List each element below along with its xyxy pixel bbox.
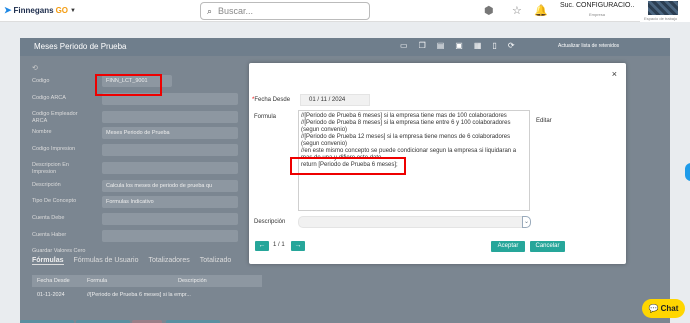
table-row[interactable]: 01-11-2024 //[Periodo de Prueba 6 meses]… xyxy=(32,289,262,301)
refresh-icon[interactable]: ⟳ xyxy=(508,41,515,50)
pagination-indicator: 1 / 1 xyxy=(273,242,285,248)
copy-icon[interactable]: ❐ xyxy=(419,41,426,50)
aceptar-button[interactable]: Aceptar xyxy=(491,241,525,252)
chevron-down-icon[interactable]: ⌄ xyxy=(522,216,531,228)
page-header: Meses Periodo de Prueba ▭ ❐ ▤ ▣ ▦ ▯ ⟳ Ac… xyxy=(20,38,670,56)
workspace-selector[interactable]: Espacio de trabajo xyxy=(640,0,690,22)
app-logo[interactable]: ➤ Finnegans GO ▼ xyxy=(4,5,76,16)
tab-formulas[interactable]: Fórmulas xyxy=(32,257,64,265)
descripcion-impresion-field[interactable] xyxy=(102,162,238,174)
chat-icon: 💬 xyxy=(648,304,659,313)
cuenta-debe-field[interactable] xyxy=(102,213,238,225)
tab-formulas-usuario[interactable]: Fórmulas de Usuario xyxy=(74,257,139,265)
grid-icon[interactable]: ▦ xyxy=(474,41,482,50)
workspace-image xyxy=(648,1,678,15)
highlight-box xyxy=(290,157,406,175)
company-selector[interactable]: Suc. CONFIGURACIO... Empresa xyxy=(560,2,634,17)
editar-link[interactable]: Editar xyxy=(536,118,552,124)
field-label: Descripcion En Impresion xyxy=(32,162,69,175)
field-label: Codigo ARCA xyxy=(32,95,66,101)
codigo-impresion-field[interactable] xyxy=(102,144,238,156)
formula-label: Formula xyxy=(254,114,277,120)
top-bar: ➤ Finnegans GO ▼ ⌕ Buscar... ⬢ ☆ 🔔 Suc. … xyxy=(0,0,690,22)
field-label: Nombre xyxy=(32,129,52,135)
cancelar-button[interactable]: Cancelar xyxy=(530,241,565,252)
search-input[interactable]: Buscar... xyxy=(218,6,253,16)
field-label: Codigo Impresion xyxy=(32,146,76,152)
prev-page-button[interactable]: ← xyxy=(255,241,269,251)
search-icon: ⌕ xyxy=(207,5,213,16)
tipo-concepto-field[interactable]: Formulas Indicativo xyxy=(102,196,238,208)
fecha-desde-label: *Fecha Desde xyxy=(252,97,291,103)
field-label: Cuenta Haber xyxy=(32,232,67,238)
print-icon[interactable]: ▤ xyxy=(437,41,445,50)
chevron-down-icon[interactable]: ▼ xyxy=(70,8,76,14)
document-icon[interactable]: ▭ xyxy=(400,41,408,50)
cube-icon[interactable]: ⬢ xyxy=(484,4,494,17)
clone-icon[interactable]: ▣ xyxy=(455,41,463,50)
page-toolbar: ▭ ❐ ▤ ▣ ▦ ▯ ⟳ xyxy=(400,41,515,50)
nombre-field[interactable]: Meses Periodo de Prueba xyxy=(102,127,238,139)
next-page-button[interactable]: → xyxy=(291,241,305,251)
tab-totalizado[interactable]: Totalizado xyxy=(200,257,232,265)
field-label: Descripción xyxy=(32,182,61,188)
highlight-box xyxy=(95,74,162,96)
descripcion-label: Descripción xyxy=(254,219,286,225)
field-label: Tipo De Concepto xyxy=(32,198,77,204)
fecha-desde-input[interactable]: 01 / 11 / 2024 xyxy=(300,94,370,106)
side-help-tab[interactable] xyxy=(685,163,690,181)
update-retained-link[interactable]: Actualizar lista de retenidos xyxy=(558,43,619,49)
field-label: Codigo Empleador ARCA xyxy=(32,111,78,124)
table-header: Fecha Desde Formula Descripción xyxy=(32,275,262,287)
delete-icon[interactable]: ▯ xyxy=(492,41,496,50)
star-icon[interactable]: ☆ xyxy=(512,4,522,17)
link-icon[interactable]: ⟲ xyxy=(32,64,38,72)
cuenta-haber-field[interactable] xyxy=(102,230,238,242)
page-tabs: Fórmulas Fórmulas de Usuario Totalizador… xyxy=(32,257,231,265)
codigo-empleador-field[interactable] xyxy=(102,111,238,123)
descripcion-input[interactable] xyxy=(298,216,523,228)
chat-button[interactable]: 💬 Chat xyxy=(642,299,685,318)
descripcion-field[interactable]: Calcula los meses de periodo de prueba q… xyxy=(102,180,238,192)
close-icon[interactable]: × xyxy=(612,69,617,79)
field-label: Cuenta Debe xyxy=(32,215,65,221)
arrow-logo-icon: ➤ xyxy=(4,5,12,15)
search-box[interactable]: ⌕ Buscar... xyxy=(200,2,370,20)
field-label: Guardar Valores Cero xyxy=(32,248,86,254)
tab-totalizadores[interactable]: Totalizadores xyxy=(148,257,189,265)
field-label: Codigo xyxy=(32,78,50,84)
bell-icon[interactable]: 🔔 xyxy=(534,4,548,17)
page-title: Meses Periodo de Prueba xyxy=(34,42,127,51)
